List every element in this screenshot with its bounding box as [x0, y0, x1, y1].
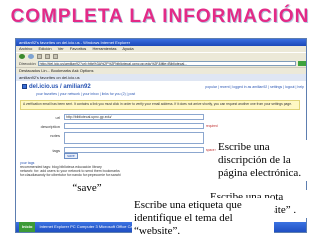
forward-icon[interactable]	[28, 54, 34, 59]
links-bar[interactable]: Destacados Lin... Bookmarks Ask Options	[16, 67, 306, 74]
tab-current[interactable]: amilian92's favorites on del.icio.us	[16, 74, 306, 81]
menu-favoritos[interactable]: Favoritos	[70, 46, 86, 51]
network-users[interactable]: for:claudiasandy for:cibertutor for:nand…	[20, 173, 220, 177]
tags-label: tags	[52, 148, 60, 153]
url-field[interactable]: http://bibliotecal.upnc.gp.edu/	[64, 114, 204, 120]
menu-ayuda[interactable]: Ayuda	[122, 46, 133, 51]
menu-herramientas[interactable]: Herramientas	[92, 46, 116, 51]
address-input[interactable]: http://del.icio.us/amilian92?url=http%3A…	[37, 61, 296, 66]
refresh-icon[interactable]	[45, 54, 50, 59]
form-row-description: description required	[20, 122, 220, 131]
start-button[interactable]: Inicio	[19, 222, 36, 232]
stop-icon[interactable]	[37, 54, 42, 59]
site-logo[interactable]: del.icio.us / amilian92	[22, 84, 91, 90]
description-field[interactable]	[64, 123, 204, 129]
tags-field[interactable]	[64, 147, 204, 153]
menu-edicion[interactable]: Edición	[38, 46, 51, 51]
form-row-tags: tags space separated	[20, 146, 230, 155]
save-button[interactable]: save	[64, 153, 78, 159]
back-icon[interactable]	[19, 54, 25, 59]
slide-title: COMPLETA LA INFORMACIÓN	[10, 6, 310, 27]
home-icon[interactable]	[53, 54, 58, 59]
go-button[interactable]	[298, 61, 306, 66]
menu-archivo[interactable]: Archivo	[19, 46, 32, 51]
address-label: Dirección	[19, 61, 36, 66]
bookmark-form: url http://bibliotecal.upnc.gp.edu/ desc…	[20, 113, 230, 155]
callout-tags: Escribe una etiqueta que identifique el …	[132, 198, 274, 239]
browser-toolbar	[16, 52, 306, 60]
notes-field[interactable]	[64, 132, 204, 144]
form-row-url: url http://bibliotecal.upnc.gp.edu/	[20, 113, 220, 122]
site-logo-text: del.icio.us / amilian92	[29, 84, 91, 91]
delicious-logo-icon	[22, 84, 27, 89]
form-row-notes: notes	[20, 131, 220, 146]
callout-description: Escribe una discripción de la página ele…	[216, 140, 308, 181]
verification-notice: A verification email has been sent. It c…	[20, 100, 300, 110]
url-label: url	[55, 115, 60, 120]
description-label: description	[40, 124, 60, 129]
site-subnav[interactable]: your favorites | your network | your inb…	[36, 92, 135, 96]
menu-ver[interactable]: Ver	[58, 46, 64, 51]
account-links[interactable]: popular | recent | logged in as amilian9…	[205, 85, 304, 89]
required-hint: required	[206, 124, 218, 128]
callout-save: “save”	[68, 181, 106, 196]
notes-label: notes	[50, 133, 60, 138]
tags-section: your tags recommended tags: blog bibliot…	[20, 161, 220, 177]
address-bar: Dirección http://del.icio.us/amilian92?u…	[16, 60, 306, 67]
window-titlebar: amilian92's favorites on del.icio.us - W…	[16, 39, 306, 46]
